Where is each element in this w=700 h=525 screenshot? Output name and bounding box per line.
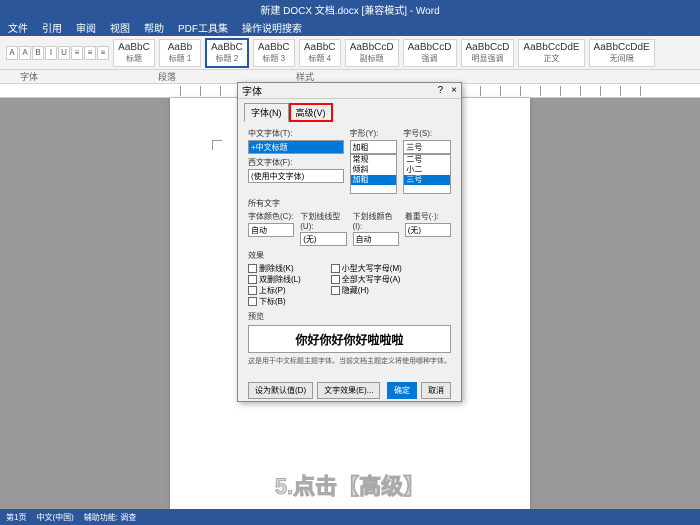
menu-file[interactable]: 文件 <box>5 20 31 35</box>
menu-view[interactable]: 视图 <box>107 20 133 35</box>
style-normal[interactable]: AaBbCcDdE正文 <box>518 39 584 67</box>
check-hidden-label: 隐藏(H) <box>342 285 369 296</box>
underline-color-label: 下划线颜色(I): <box>353 211 399 231</box>
dialog-buttons: 设为默认值(D) 文字效果(E)... 确定 取消 <box>238 378 461 405</box>
tab-font[interactable]: 字体(N) <box>244 103 289 122</box>
underline-icon[interactable]: U <box>58 46 70 60</box>
style-listbox[interactable]: 常规 倾斜 加粗 <box>350 154 398 194</box>
style-emphasis[interactable]: AaBbCcD强调 <box>403 39 457 67</box>
align-center-icon[interactable]: ≡ <box>84 46 96 60</box>
check-subscript[interactable] <box>248 297 257 306</box>
align-right-icon[interactable]: ≡ <box>97 46 109 60</box>
status-access[interactable]: 辅助功能: 调查 <box>84 512 136 523</box>
style-opt-regular[interactable]: 常规 <box>351 155 397 165</box>
group-paragraph: 段落 <box>158 70 176 83</box>
style-input[interactable]: 加粗 <box>350 140 398 154</box>
ok-button[interactable]: 确定 <box>387 382 417 399</box>
tab-advanced[interactable]: 高级(V) <box>289 103 333 122</box>
format-icons: A A B I U ≡ ≡ ≡ <box>6 46 109 60</box>
style-h3[interactable]: AaBbC标题 3 <box>253 39 295 67</box>
style-opt-bold[interactable]: 加粗 <box>351 175 397 185</box>
align-left-icon[interactable]: ≡ <box>71 46 83 60</box>
style-nospace[interactable]: AaBbCcDdE无间隔 <box>589 39 655 67</box>
ribbon: A A B I U ≡ ≡ ≡ AaBbC标题 AaBb标题 1 AaBbC标题… <box>0 36 700 70</box>
check-subscript-label: 下标(B) <box>259 296 286 307</box>
style-h1[interactable]: AaBb标题 1 <box>159 39 201 67</box>
check-dblstrike-label: 双删除线(L) <box>259 274 301 285</box>
emphasis-label: 着重号(·): <box>405 211 451 222</box>
style-title[interactable]: AaBbC标题 <box>113 39 155 67</box>
check-allcaps-label: 全部大写字母(A) <box>342 274 401 285</box>
check-superscript[interactable] <box>248 286 257 295</box>
check-smallcaps-label: 小型大写字母(M) <box>342 263 402 274</box>
check-superscript-label: 上标(P) <box>259 285 286 296</box>
check-smallcaps[interactable] <box>331 264 340 273</box>
style-strong[interactable]: AaBbCcD明显强调 <box>461 39 515 67</box>
check-strike[interactable] <box>248 264 257 273</box>
size-label: 字号(S): <box>403 128 451 139</box>
cn-font-label: 中文字体(T): <box>248 128 344 139</box>
underline-color-select[interactable]: 自动 <box>353 232 399 246</box>
close-icon[interactable]: × <box>451 85 457 96</box>
text-effects-button[interactable]: 文字效果(E)... <box>317 382 380 399</box>
help-icon[interactable]: ? <box>438 85 444 96</box>
preview-box: 你好你好你好啦啦啦 <box>248 325 451 353</box>
style-label: 字形(Y): <box>350 128 398 139</box>
check-allcaps[interactable] <box>331 275 340 284</box>
size-opt-2[interactable]: 三号 <box>404 175 450 185</box>
hint-text: 这是用于中文标题主题字体。当前文档主题定义将使用哪种字体。 <box>248 356 451 366</box>
size-listbox[interactable]: 二号 小二 三号 <box>403 154 451 194</box>
font-color-select[interactable]: 自动 <box>248 223 294 237</box>
emphasis-select[interactable]: (无) <box>405 223 451 237</box>
group-font: 字体 <box>20 70 38 83</box>
menu-bar: 文件 引用 审阅 视图 帮助 PDF工具集 操作说明搜索 <box>0 18 700 36</box>
dialog-title: 字体 <box>242 83 262 98</box>
menu-pdf[interactable]: PDF工具集 <box>175 20 231 35</box>
menu-help[interactable]: 帮助 <box>141 20 167 35</box>
dialog-body: 中文字体(T): +中文标题 西文字体(F): (使用中文字体) 字形(Y): … <box>238 122 461 378</box>
preview-label: 预览 <box>248 311 451 322</box>
style-h2[interactable]: AaBbC标题 2 <box>205 38 249 68</box>
underline-label: 下划线线型(U): <box>300 211 346 231</box>
italic-icon[interactable]: I <box>45 46 57 60</box>
size-opt-1[interactable]: 小二 <box>404 165 450 175</box>
title-bar: 新建 DOCX 文档.docx [兼容模式] - Word <box>0 0 700 18</box>
status-lang[interactable]: 中文(中国) <box>36 512 73 523</box>
menu-references[interactable]: 引用 <box>39 20 65 35</box>
doc-title: 新建 DOCX 文档.docx [兼容模式] - Word <box>260 2 439 17</box>
status-bar: 第1页 中文(中国) 辅助功能: 调查 <box>0 509 700 525</box>
menu-review[interactable]: 审阅 <box>73 20 99 35</box>
check-dblstrike[interactable] <box>248 275 257 284</box>
check-hidden[interactable] <box>331 286 340 295</box>
dialog-titlebar: 字体 ? × <box>238 83 461 99</box>
font-size-shrink-icon[interactable]: A <box>19 46 31 60</box>
style-subtitle[interactable]: AaBbCcD副标题 <box>345 39 399 67</box>
dialog-tabs: 字体(N) 高级(V) <box>238 99 461 122</box>
size-input[interactable]: 三号 <box>403 140 451 154</box>
font-dialog: 字体 ? × 字体(N) 高级(V) 中文字体(T): +中文标题 西文字体(F… <box>237 82 462 402</box>
size-opt-0[interactable]: 二号 <box>404 155 450 165</box>
set-default-button[interactable]: 设为默认值(D) <box>248 382 313 399</box>
instruction-caption: 5.点击【高级】 <box>275 469 425 501</box>
margin-corner-icon <box>212 140 222 150</box>
cancel-button[interactable]: 取消 <box>421 382 451 399</box>
bold-icon[interactable]: B <box>32 46 44 60</box>
effects-label: 效果 <box>248 250 451 261</box>
underline-select[interactable]: (无) <box>300 232 346 246</box>
style-opt-italic[interactable]: 倾斜 <box>351 165 397 175</box>
cn-font-input[interactable]: +中文标题 <box>248 140 344 154</box>
style-h4[interactable]: AaBbC标题 4 <box>299 39 341 67</box>
check-strike-label: 删除线(K) <box>259 263 294 274</box>
font-color-label: 字体颜色(C): <box>248 211 294 222</box>
font-size-grow-icon[interactable]: A <box>6 46 18 60</box>
west-font-input[interactable]: (使用中文字体) <box>248 169 344 183</box>
menu-tell-me[interactable]: 操作说明搜索 <box>239 20 305 35</box>
west-font-label: 西文字体(F): <box>248 157 344 168</box>
all-text-label: 所有文字 <box>248 198 451 209</box>
status-page[interactable]: 第1页 <box>6 512 26 523</box>
